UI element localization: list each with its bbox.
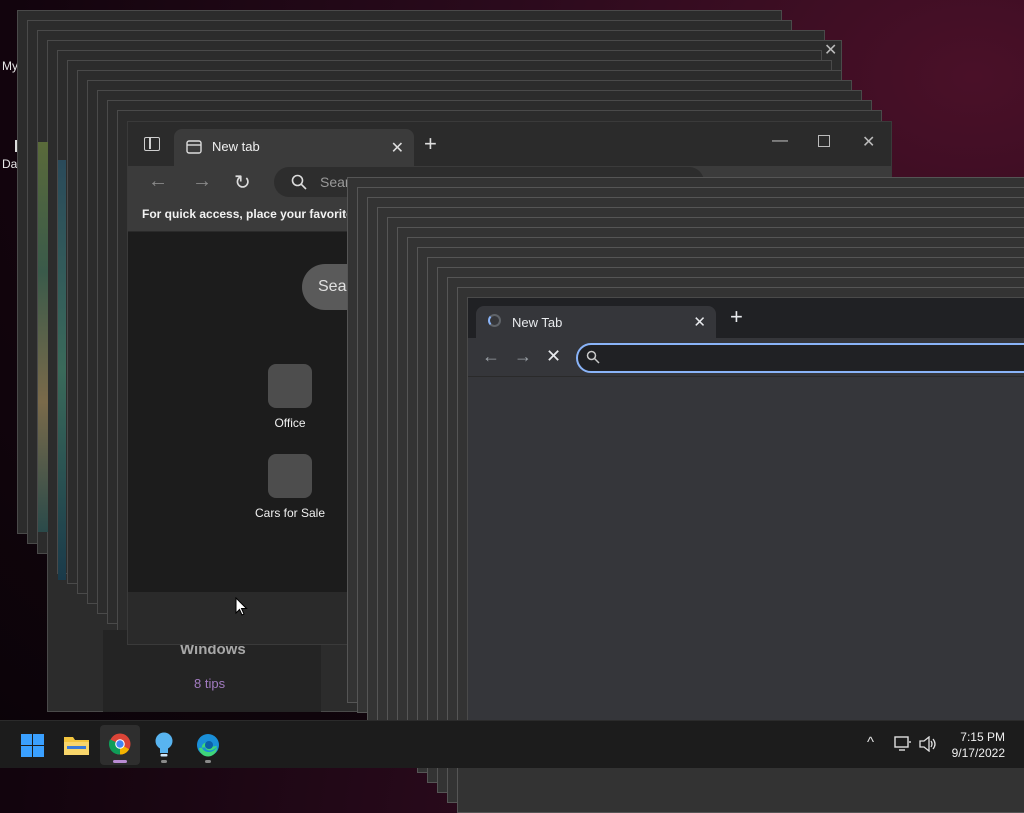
lightbulb-icon [155,732,173,757]
chrome-tab-label: New Tab [512,315,563,330]
edge-icon [197,734,219,757]
stop-loading-icon[interactable]: ✕ [546,346,561,367]
open-app-indicator [161,760,167,763]
chrome-tab-new[interactable]: New Tab ✕ [476,306,716,338]
chrome-taskbar-button[interactable] [100,725,140,765]
cars-for-sale-icon [268,454,312,498]
wallpaper-strip [38,142,48,532]
desktop-icon-label-da[interactable]: Da [2,157,17,171]
mouse-cursor-icon [235,597,248,616]
edge-tab-new[interactable]: New tab ✕ [174,129,414,166]
loading-spinner-icon [488,314,501,327]
new-tab-button[interactable]: + [730,306,743,328]
tab-actions-icon[interactable] [144,137,160,151]
favorites-hint: For quick access, place your favorites h [142,207,371,221]
tips-taskbar-button[interactable] [144,725,184,765]
desktop-icon-label-my[interactable]: My [2,59,18,73]
tips-count[interactable]: 8 tips [194,676,225,691]
edge-taskbar-button[interactable] [188,725,228,765]
file-explorer-button[interactable] [56,725,96,765]
new-tab-page-icon [186,140,202,154]
chrome-toolbar: ← → ✕ [468,338,1024,377]
chrome-tab-strip: New Tab ✕ + [468,298,1024,338]
chrome-icon [109,733,131,755]
close-icon[interactable]: ✕ [693,313,706,331]
open-app-indicator [205,760,211,763]
windows-logo-icon [21,734,44,757]
clock-date: 9/17/2022 [951,746,1005,760]
taskbar: ^ 7:15 PM 9/17/2022 [0,720,1024,768]
edge-tab-label: New tab [212,139,260,154]
office-icon [268,364,312,408]
search-icon [291,174,307,190]
minimize-icon[interactable]: — [772,132,788,150]
refresh-icon[interactable]: ↻ [234,170,251,195]
close-icon[interactable]: ✕ [824,40,837,60]
edge-titlebar: New tab ✕ + — ✕ [128,122,891,166]
quick-link-tile[interactable]: Office [235,364,345,430]
close-icon[interactable]: ✕ [391,138,404,158]
quick-link-label: Office [274,416,306,430]
chrome-omnibox[interactable] [576,343,1024,373]
start-button[interactable] [12,725,52,765]
quick-link-label: Cars for Sale [254,506,326,520]
quick-link-tile[interactable]: Cars for Sale [235,454,345,520]
active-app-indicator [113,760,127,763]
back-arrow-icon[interactable]: ← [482,346,500,367]
forward-arrow-icon[interactable]: → [192,170,212,193]
show-hidden-icons-chevron-up-icon[interactable]: ^ [867,734,874,751]
wallpaper-strip [58,160,66,580]
new-tab-button[interactable]: + [424,132,437,156]
volume-icon[interactable] [919,736,937,752]
system-clock[interactable]: 7:15 PM 9/17/2022 [952,729,1005,761]
network-icon[interactable] [894,736,912,752]
forward-arrow-icon[interactable]: → [514,346,532,367]
back-arrow-icon[interactable]: ← [148,170,168,193]
omnibox-input[interactable] [608,348,1024,370]
clock-time: 7:15 PM [960,730,1005,744]
folder-icon [64,737,89,755]
chrome-window: New Tab ✕ + ← → ✕ [467,297,1024,727]
maximize-icon[interactable] [818,130,830,147]
close-icon[interactable]: ✕ [862,132,875,152]
search-icon [586,350,600,364]
